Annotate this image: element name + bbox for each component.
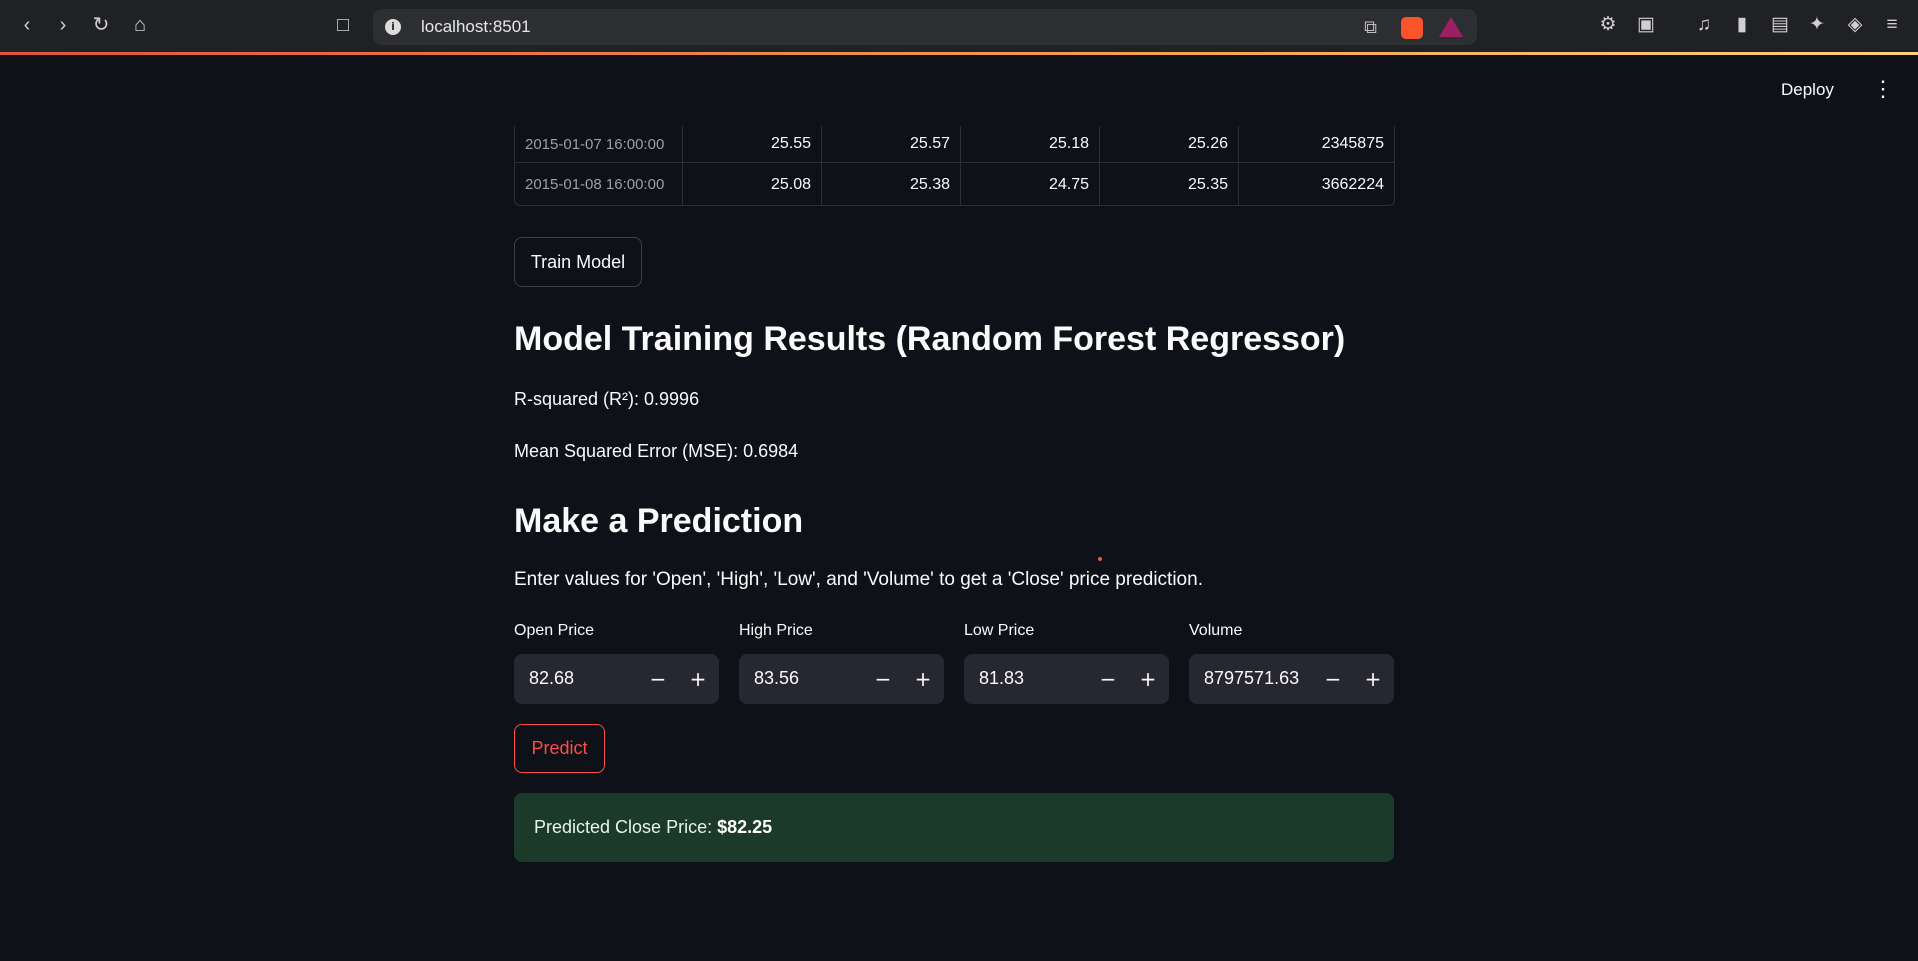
input-value[interactable]: 81.83 (979, 668, 1024, 689)
train-model-button[interactable]: Train Model (514, 237, 642, 287)
field-label: Open Price (514, 622, 595, 639)
extensions-icon[interactable]: ⚙ (1596, 13, 1620, 37)
row-index: 2015-01-07 16:00:00 (525, 135, 665, 153)
loading-strip (0, 52, 1918, 55)
result-text: Predicted Close Price: $82.25 (534, 817, 772, 838)
table-cell[interactable]: 25.55 (682, 126, 821, 162)
number-input[interactable]: 82.68 − + (514, 654, 719, 704)
result-label: Predicted Close Price: (534, 817, 718, 837)
search-tabs-icon[interactable]: ▣ (1634, 13, 1658, 37)
main-menu-icon[interactable]: ⋮ (1872, 78, 1894, 100)
field-label: Volume (1189, 622, 1243, 639)
prediction-heading: Make a Prediction (514, 502, 804, 540)
decrement-icon[interactable]: − (645, 666, 671, 692)
brave-rewards-icon[interactable] (1439, 17, 1463, 37)
sidebar-icon[interactable]: ▮ (1730, 13, 1754, 37)
table-row: 2015-01-08 16:00:00 25.08 25.38 24.75 25… (515, 162, 1394, 205)
table-cell[interactable]: 25.35 (1099, 163, 1238, 205)
increment-icon[interactable]: + (1135, 666, 1161, 692)
address-bar[interactable]: i localhost:8501 ⧉ (373, 9, 1477, 45)
share-icon[interactable]: ⧉ (1364, 17, 1377, 38)
input-value[interactable]: 83.56 (754, 668, 799, 689)
back-icon[interactable]: ‹ (14, 12, 40, 38)
number-input[interactable]: 81.83 − + (964, 654, 1169, 704)
media-icon[interactable]: ♫ (1692, 13, 1716, 37)
results-heading: Model Training Results (Random Forest Re… (514, 320, 1346, 358)
deploy-button[interactable]: Deploy (1781, 80, 1834, 100)
row-index: 2015-01-08 16:00:00 (525, 176, 665, 193)
menu-icon[interactable]: ≡ (1880, 13, 1904, 37)
number-input[interactable]: 83.56 − + (739, 654, 944, 704)
url-text[interactable]: localhost:8501 (421, 17, 531, 37)
home-icon[interactable]: ⌂ (127, 12, 153, 38)
decrement-icon[interactable]: − (1320, 666, 1346, 692)
browser-toolbar: ‹ › ↻ ⌂ □ i localhost:8501 ⧉ ⚙ ▣ ♫ ▮ ▤ ✦… (0, 0, 1918, 55)
bookmark-icon[interactable]: □ (330, 12, 356, 38)
input-value[interactable]: 82.68 (529, 668, 574, 689)
increment-icon[interactable]: + (685, 666, 711, 692)
open-price-field: Open Price 82.68 − + (514, 622, 719, 704)
table-cell[interactable]: 25.57 (821, 126, 960, 162)
leo-ai-icon[interactable]: ✦ (1805, 13, 1829, 37)
increment-icon[interactable]: + (910, 666, 936, 692)
field-label: Low Price (964, 622, 1035, 639)
predict-button[interactable]: Predict (514, 724, 605, 773)
high-price-field: High Price 83.56 − + (739, 622, 944, 704)
prediction-result-alert: Predicted Close Price: $82.25 (514, 793, 1394, 862)
input-value[interactable]: 8797571.63 (1204, 668, 1299, 689)
decrement-icon[interactable]: − (870, 666, 896, 692)
data-table[interactable]: 2015-01-07 16:00:00 25.55 25.57 25.18 25… (514, 126, 1395, 206)
field-label: High Price (739, 622, 813, 639)
cursor-dot (1098, 557, 1102, 561)
low-price-field: Low Price 81.83 − + (964, 622, 1169, 704)
mse-metric: Mean Squared Error (MSE): 0.6984 (514, 441, 799, 461)
table-cell[interactable]: 3662224 (1238, 163, 1394, 205)
table-cell[interactable]: 25.26 (1099, 126, 1238, 162)
vpn-icon[interactable]: ◈ (1843, 13, 1867, 37)
site-info-icon[interactable]: i (385, 19, 401, 35)
brave-shields-icon[interactable] (1401, 17, 1423, 39)
table-cell[interactable]: 25.38 (821, 163, 960, 205)
volume-field: Volume 8797571.63 − + (1189, 622, 1394, 704)
table-cell[interactable]: 25.08 (682, 163, 821, 205)
table-cell[interactable]: 25.18 (960, 126, 1099, 162)
table-cell[interactable]: 2345875 (1238, 126, 1394, 162)
prediction-intro: Enter values for 'Open', 'High', 'Low', … (514, 569, 1203, 590)
r2-metric: R-squared (R²): 0.9996 (514, 389, 700, 409)
table-row: 2015-01-07 16:00:00 25.55 25.57 25.18 25… (515, 126, 1394, 162)
wallet-icon[interactable]: ▤ (1768, 13, 1792, 37)
decrement-icon[interactable]: − (1095, 666, 1121, 692)
increment-icon[interactable]: + (1360, 666, 1386, 692)
result-value: $82.25 (717, 817, 773, 837)
number-input[interactable]: 8797571.63 − + (1189, 654, 1394, 704)
reload-icon[interactable]: ↻ (88, 12, 114, 38)
forward-icon[interactable]: › (50, 12, 76, 38)
table-cell[interactable]: 24.75 (960, 163, 1099, 205)
